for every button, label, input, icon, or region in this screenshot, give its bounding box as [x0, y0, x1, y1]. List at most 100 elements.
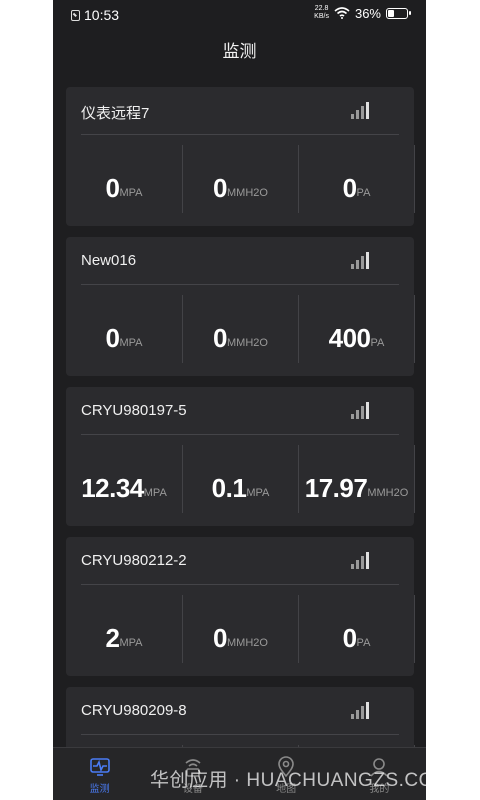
reading-value: 400	[328, 323, 371, 353]
signal-strength-icon	[351, 252, 369, 269]
device-name: CRYU980197-5	[81, 402, 187, 419]
signal-bar	[356, 410, 359, 419]
device-name: CRYU980209-8	[81, 702, 187, 719]
device-card[interactable]: New016 0 MPA 0 MMH2O 400 PA	[66, 237, 415, 376]
status-left: 10:53	[71, 7, 119, 23]
signal-bar	[366, 552, 369, 569]
readings-row: 0 MPA 0 MMH2O 0 PA	[66, 145, 415, 213]
signal-bar	[366, 252, 369, 269]
network-speed-unit: KB/s	[314, 13, 329, 20]
phone-screen: 10:53 22.8 KB/s 36% 监测 仪表远程7 0 MPA 0 MMH2O 0 P…	[53, 0, 426, 800]
network-speed: 22.8 KB/s	[314, 5, 329, 21]
monitor-icon	[89, 758, 110, 776]
signal-bar	[361, 256, 364, 269]
card-header: CRYU980197-5	[66, 387, 414, 434]
signal-bar	[361, 556, 364, 569]
device-name: CRYU980212-2	[81, 552, 187, 569]
card-header: New016	[66, 237, 414, 284]
device-card[interactable]: CRYU980197-5 12.34 MPA 0.1 MPA 17.97 MMH2O	[66, 387, 415, 526]
signal-strength-icon	[351, 552, 369, 569]
reading-cell: 0 MPA	[66, 295, 182, 363]
device-list[interactable]: 仪表远程7 0 MPA 0 MMH2O 0 PA New016 0 MPA 0 MMH2O 400 PA C…	[66, 87, 415, 800]
status-right: 22.8 KB/s 36%	[314, 5, 411, 21]
reading-unit: PA	[356, 637, 371, 649]
reading-unit: MPA	[119, 637, 143, 649]
card-header: 仪表远程7	[66, 87, 414, 134]
card-header: CRYU980212-2	[66, 537, 414, 584]
tab-monitor[interactable]: 监测	[53, 748, 146, 800]
reading-cell: 0 MMH2O	[182, 145, 298, 213]
device-name: 仪表远程7	[81, 105, 150, 122]
signal-bar	[361, 706, 364, 719]
signal-bar	[366, 702, 369, 719]
signal-bar	[356, 560, 359, 569]
status-time: 10:53	[84, 7, 120, 23]
battery-icon	[386, 7, 411, 19]
device-name: New016	[81, 252, 137, 269]
battery-percent: 36%	[354, 5, 381, 21]
device-card[interactable]: 仪表远程7 0 MPA 0 MMH2O 0 PA	[66, 87, 415, 226]
signal-bar	[366, 402, 369, 419]
readings-row: 0 MPA 0 MMH2O 400 PA	[66, 295, 415, 363]
reading-value: 0	[342, 173, 357, 203]
reading-unit: MMH2O	[227, 187, 268, 199]
reading-value: 0	[213, 323, 227, 353]
card-divider	[81, 284, 399, 285]
tab-monitor-label: 监测	[89, 784, 110, 795]
signal-bar	[351, 114, 354, 119]
reading-cell: 0 PA	[298, 145, 415, 213]
reading-unit: MPA	[143, 487, 167, 499]
reading-cell: 0 MPA	[66, 145, 182, 213]
reading-cell: 12.34 MPA	[66, 445, 182, 513]
reading-cell: 17.97 MMH2O	[298, 445, 415, 513]
reading-value: 0	[213, 173, 227, 203]
reading-unit: MPA	[119, 187, 143, 199]
readings-row: 2 MPA 0 MMH2O 0 PA	[66, 595, 415, 663]
reading-value: 0	[105, 173, 120, 203]
reading-value: 0	[342, 623, 357, 653]
device-card[interactable]: CRYU980212-2 2 MPA 0 MMH2O 0 PA	[66, 537, 415, 676]
signal-strength-icon	[351, 402, 369, 419]
card-divider	[81, 134, 399, 135]
network-speed-value: 22.8	[314, 5, 329, 12]
notification-icon	[71, 9, 80, 21]
signal-bar	[366, 102, 369, 119]
signal-strength-icon	[351, 102, 369, 119]
reading-cell: 0 PA	[298, 595, 415, 663]
reading-value: 0	[105, 323, 120, 353]
reading-unit: PA	[370, 337, 385, 349]
reading-cell: 400 PA	[298, 295, 415, 363]
status-bar: 10:53 22.8 KB/s 36%	[53, 0, 426, 30]
reading-value: 12.34	[81, 473, 144, 503]
signal-bar	[356, 110, 359, 119]
reading-unit: MMH2O	[367, 487, 409, 499]
signal-bar	[356, 710, 359, 719]
signal-bar	[351, 264, 354, 269]
signal-bar	[361, 106, 364, 119]
card-divider	[81, 434, 399, 435]
reading-value: 0.1	[211, 473, 247, 503]
signal-bar	[351, 414, 354, 419]
signal-bar	[351, 564, 354, 569]
page-title: 监测	[222, 42, 257, 61]
reading-value: 17.97	[304, 473, 368, 503]
reading-unit: PA	[356, 187, 371, 199]
signal-bar	[351, 714, 354, 719]
reading-value: 2	[105, 623, 120, 653]
wifi-icon	[334, 7, 350, 19]
reading-cell: 0.1 MPA	[182, 445, 298, 513]
reading-cell: 0 MMH2O	[182, 295, 298, 363]
reading-unit: MPA	[246, 487, 270, 499]
card-header: CRYU980209-8	[66, 687, 414, 734]
reading-unit: MMH2O	[227, 637, 268, 649]
signal-bar	[361, 406, 364, 419]
readings-row: 12.34 MPA 0.1 MPA 17.97 MMH2O	[66, 445, 415, 513]
reading-cell: 0 MMH2O	[182, 595, 298, 663]
signal-strength-icon	[351, 702, 369, 719]
signal-bar	[356, 260, 359, 269]
reading-unit: MMH2O	[227, 337, 268, 349]
reading-cell: 2 MPA	[66, 595, 182, 663]
card-divider	[81, 734, 399, 735]
battery-fill	[388, 9, 394, 17]
reading-value: 0	[213, 623, 227, 653]
